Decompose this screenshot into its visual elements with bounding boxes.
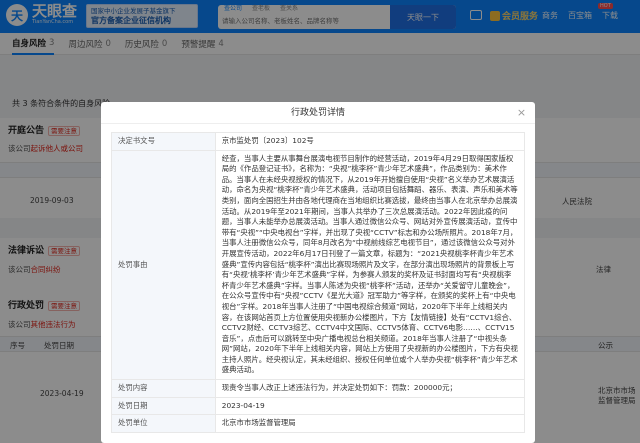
row-value: 现责令当事人改正上述违法行为，并决定处罚如下：罚款：200000元； <box>214 379 526 398</box>
penalty-detail-modal: 行政处罚详情 × 决定书文号 京市监处罚〔2023〕102号 处罚事由 经查，当… <box>101 102 535 443</box>
detail-row: 决定书文号 京市监处罚〔2023〕102号 <box>111 132 526 151</box>
detail-row: 处罚内容 现责令当事人改正上述违法行为，并决定处罚如下：罚款：200000元； <box>111 379 526 398</box>
row-value: 经查，当事人主要从事舞台展演电视节目制作的经营活动，2019年4月29日取得国家… <box>214 149 526 381</box>
row-value: 2023-04-19 <box>214 396 526 416</box>
row-label: 处罚日期 <box>111 396 216 416</box>
row-label: 决定书文号 <box>111 132 216 151</box>
modal-title: 行政处罚详情 <box>101 102 535 124</box>
row-label: 处罚事由 <box>111 149 216 381</box>
detail-row: 处罚单位 北京市市场监督管理局 <box>111 414 526 433</box>
detail-row: 处罚事由 经查，当事人主要从事舞台展演电视节目制作的经营活动，2019年4月29… <box>111 149 526 381</box>
detail-row: 处罚日期 2023-04-19 <box>111 396 526 416</box>
row-label: 处罚单位 <box>111 414 216 433</box>
penalty-detail-table: 决定书文号 京市监处罚〔2023〕102号 处罚事由 经查，当事人主要从事舞台展… <box>111 132 526 433</box>
row-value: 北京市市场监督管理局 <box>214 414 526 433</box>
close-icon[interactable]: × <box>516 107 527 118</box>
row-value: 京市监处罚〔2023〕102号 <box>214 132 526 151</box>
row-label: 处罚内容 <box>111 379 216 398</box>
